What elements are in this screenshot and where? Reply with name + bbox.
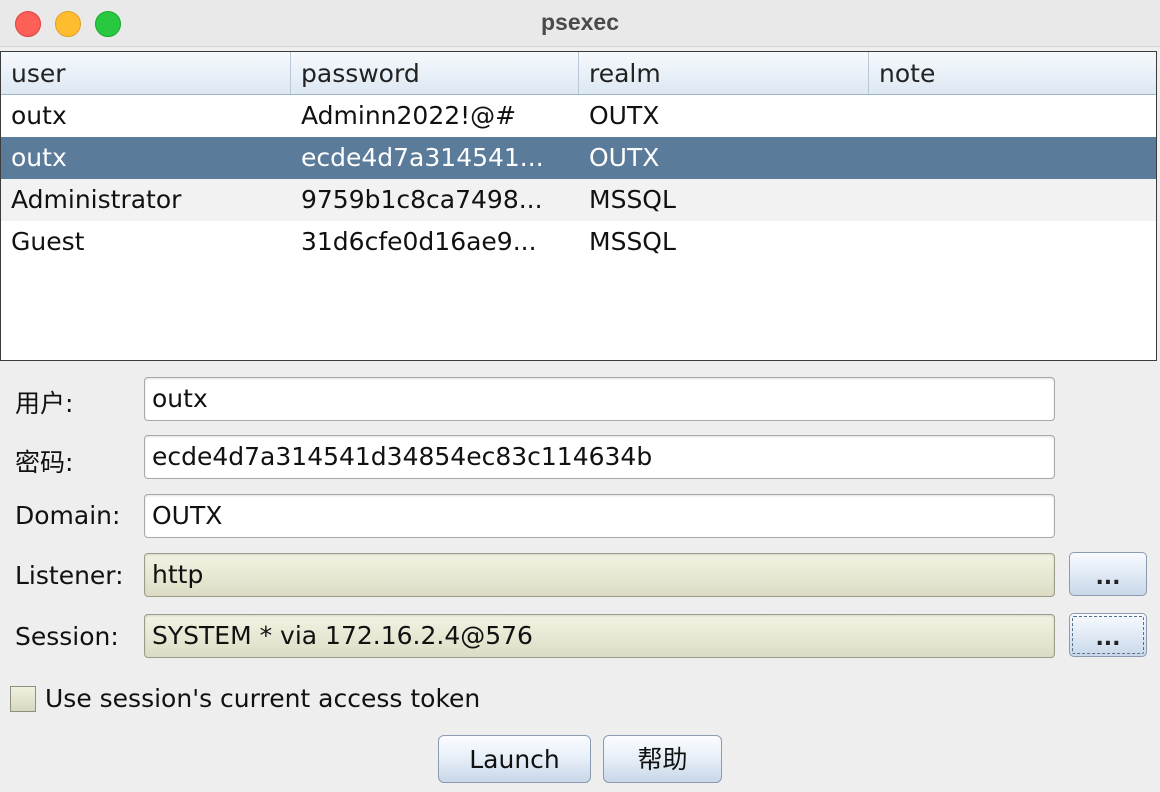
- listener-label: Listener:: [15, 561, 124, 590]
- password-label: 密码:: [15, 448, 74, 477]
- cell-realm: OUTX: [589, 143, 660, 172]
- table-row[interactable]: Guest 31d6cfe0d16ae9... MSSQL: [1, 221, 1156, 263]
- domain-field[interactable]: OUTX: [144, 494, 1055, 538]
- domain-label: Domain:: [15, 501, 121, 530]
- title-bar: psexec: [0, 0, 1160, 47]
- cell-user: outx: [11, 101, 67, 130]
- password-field[interactable]: ecde4d7a314541d34854ec83c114634b: [144, 435, 1055, 479]
- column-header-password[interactable]: password: [291, 52, 579, 94]
- listener-field[interactable]: http: [144, 553, 1055, 597]
- table-row[interactable]: Administrator 9759b1c8ca7498... MSSQL: [1, 179, 1156, 221]
- cell-note: [869, 137, 1156, 179]
- cell-password: 9759b1c8ca7498...: [301, 185, 543, 214]
- help-button[interactable]: 帮助: [603, 735, 722, 783]
- cell-password: ecde4d7a314541...: [301, 143, 544, 172]
- listener-browse-button[interactable]: ...: [1069, 552, 1147, 596]
- cell-note: [869, 179, 1156, 221]
- cell-user: Administrator: [11, 185, 182, 214]
- table-header: user password realm note: [1, 52, 1156, 95]
- column-header-realm[interactable]: realm: [579, 52, 869, 94]
- session-field[interactable]: SYSTEM * via 172.16.2.4@576: [144, 614, 1055, 658]
- cell-user: Guest: [11, 227, 85, 256]
- cell-realm: OUTX: [589, 101, 660, 130]
- credentials-table[interactable]: user password realm note outx Adminn2022…: [0, 51, 1157, 361]
- table-row-selected[interactable]: outx ecde4d7a314541... OUTX: [1, 137, 1156, 179]
- session-browse-button[interactable]: ...: [1069, 613, 1147, 657]
- access-token-checkbox[interactable]: [10, 686, 36, 712]
- launch-button[interactable]: Launch: [438, 735, 591, 783]
- cell-note: [869, 221, 1156, 263]
- cell-password: Adminn2022!@#: [301, 101, 517, 130]
- cell-realm: MSSQL: [589, 185, 676, 214]
- cell-note: [869, 95, 1156, 137]
- cell-password: 31d6cfe0d16ae9...: [301, 227, 537, 256]
- cell-realm: MSSQL: [589, 227, 676, 256]
- user-field[interactable]: outx: [144, 377, 1055, 421]
- session-label: Session:: [15, 622, 119, 651]
- cell-user: outx: [11, 143, 67, 172]
- column-header-user[interactable]: user: [1, 52, 291, 94]
- table-row[interactable]: outx Adminn2022!@# OUTX: [1, 95, 1156, 137]
- column-header-note[interactable]: note: [869, 52, 1156, 94]
- access-token-checkbox-label[interactable]: Use session's current access token: [45, 684, 480, 713]
- window-title: psexec: [540, 9, 619, 35]
- user-label: 用户:: [15, 389, 74, 418]
